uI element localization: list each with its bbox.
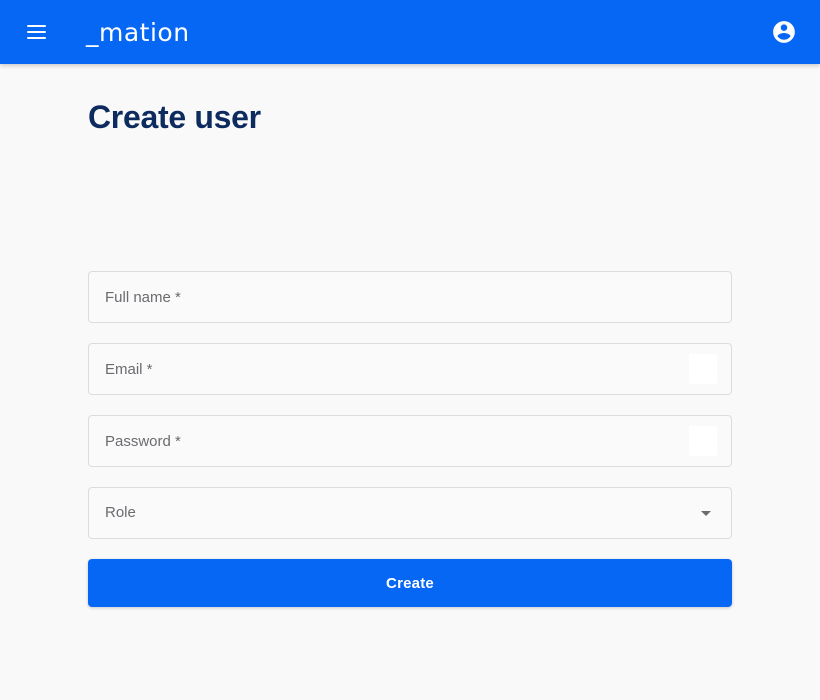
role-select-label: Role <box>105 504 136 521</box>
page-content: Create user Role Create <box>0 64 820 700</box>
role-select[interactable]: Role <box>88 487 732 539</box>
blank-autofill-icon[interactable] <box>689 426 717 456</box>
hamburger-menu-icon-bar <box>26 31 46 33</box>
brand-logo-text: _mation <box>86 17 190 47</box>
hamburger-menu-icon-bar <box>26 37 46 39</box>
email-input[interactable] <box>89 344 689 394</box>
email-field[interactable] <box>88 343 732 395</box>
password-input[interactable] <box>89 416 689 466</box>
create-user-form: Role Create <box>88 271 732 607</box>
hamburger-menu-button[interactable] <box>12 8 60 56</box>
app-bar: _mation <box>0 0 820 64</box>
create-button[interactable]: Create <box>88 559 732 607</box>
account-menu-button[interactable] <box>760 8 808 56</box>
password-field[interactable] <box>88 415 732 467</box>
brand-logo-link[interactable]: _mation <box>86 0 190 64</box>
page-title: Create user <box>88 99 261 135</box>
chevron-down-icon <box>701 510 711 516</box>
blank-autofill-icon[interactable] <box>689 354 717 384</box>
full-name-field[interactable] <box>88 271 732 323</box>
hamburger-menu-icon <box>26 25 46 27</box>
account-circle-icon <box>773 21 795 43</box>
full-name-input[interactable] <box>89 272 731 322</box>
